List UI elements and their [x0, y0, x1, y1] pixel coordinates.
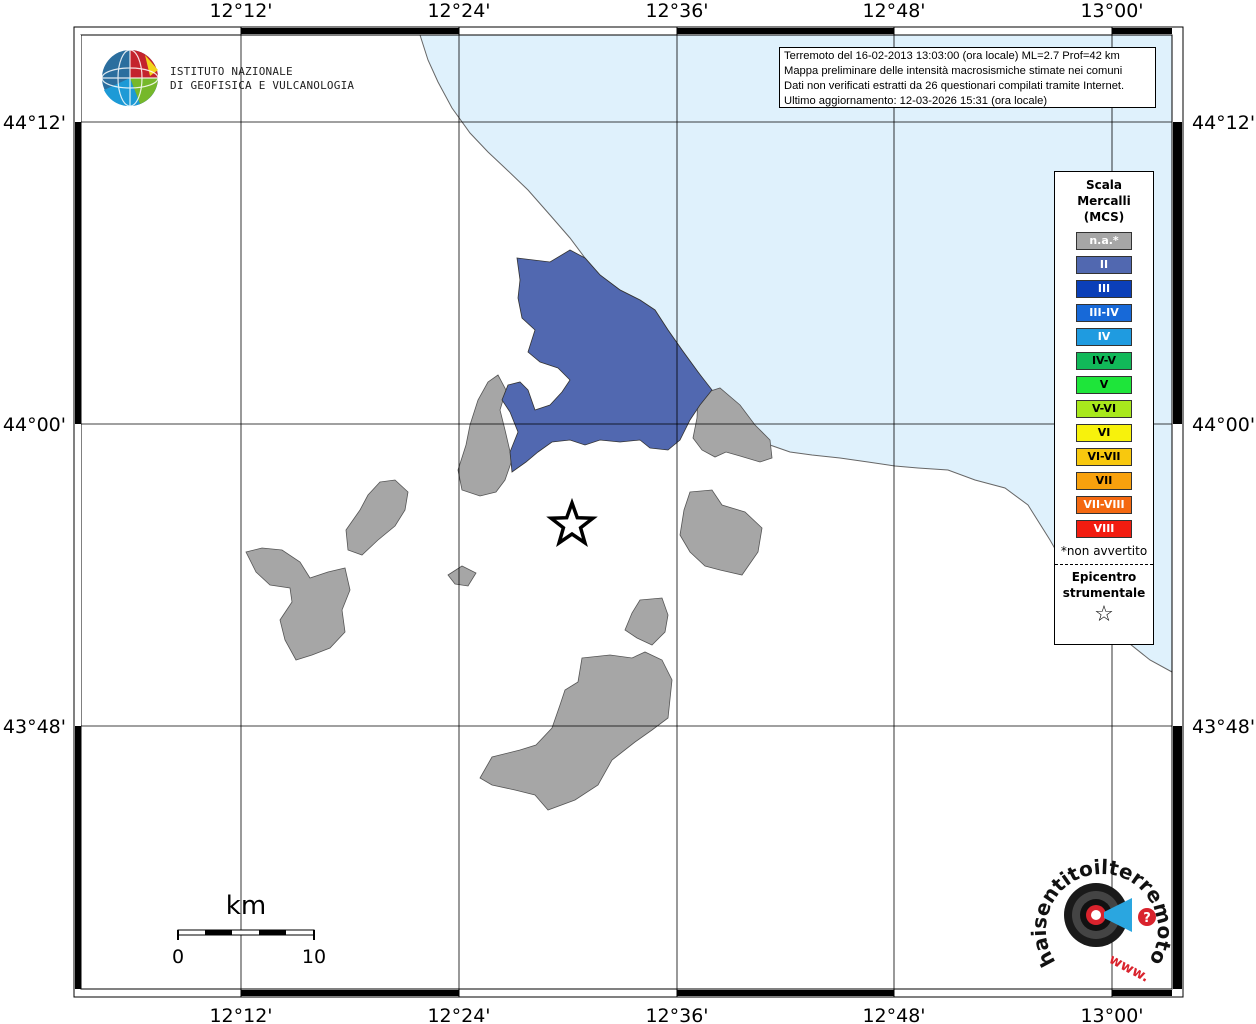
mcs-legend: Scala Mercalli (MCS) n.a.* II III III-IV IV I… [1054, 171, 1154, 645]
legend-title-line3: (MCS) [1083, 210, 1125, 224]
lat-tick-right: 44°12' [1192, 112, 1255, 134]
legend-swatch: VII [1076, 472, 1132, 490]
scale-bar-unit: km [226, 891, 266, 921]
scale-bar-ten: 10 [302, 946, 326, 968]
lat-tick-left: 44°12' [3, 112, 66, 134]
legend-swatch: III [1076, 280, 1132, 298]
legend-swatch: VI-VII [1076, 448, 1132, 466]
legend-swatch: VIII [1076, 520, 1132, 538]
legend-swatch: VI [1076, 424, 1132, 442]
lon-tick-bottom: 12°12' [209, 1005, 272, 1024]
event-info-box: Terremoto del 16-02-2013 13:03:00 (ora l… [779, 47, 1156, 108]
legend-star-icon: ☆ [1094, 602, 1114, 627]
lon-tick-bottom: 12°36' [645, 1005, 708, 1024]
legend-swatch: IV [1076, 328, 1132, 346]
legend-swatch: V [1076, 376, 1132, 394]
legend-swatch: V-VI [1076, 400, 1132, 418]
scale-bar-zero: 0 [172, 946, 184, 968]
lon-tick-bottom: 12°48' [862, 1005, 925, 1024]
legend-swatch: VII-VIII [1076, 496, 1132, 514]
legend-note: *non avvertito [1060, 544, 1148, 558]
lon-tick-top: 12°24' [427, 0, 490, 22]
svg-text:?: ? [1143, 911, 1151, 926]
legend-epicenter-label: Epicentro strumentale [1055, 569, 1153, 601]
legend-swatch: II [1076, 256, 1132, 274]
event-info-line3: Dati non verificati estratti da 26 quest… [784, 80, 1125, 92]
lat-tick-left: 44°00' [3, 414, 66, 436]
lon-tick-top: 13°00' [1080, 0, 1143, 22]
lon-tick-top: 12°48' [862, 0, 925, 22]
legend-title: Scala Mercalli (MCS) [1055, 177, 1153, 225]
legend-swatch: III-IV [1076, 304, 1132, 322]
ingv-logo-line2: DI GEOFISICA E VULCANOLOGIA [170, 79, 354, 92]
lat-tick-left: 43°48' [3, 716, 66, 738]
legend-epicenter-line1: Epicentro [1071, 570, 1137, 584]
lon-tick-bottom: 12°24' [427, 1005, 490, 1024]
legend-title-line1: Scala [1085, 178, 1123, 192]
lon-tick-bottom: 13°00' [1080, 1005, 1143, 1024]
legend-title-line2: Mercalli [1077, 194, 1131, 208]
legend-swatch: n.a.* [1076, 232, 1132, 250]
event-info-line2: Mappa preliminare delle intensità macros… [784, 65, 1123, 77]
legend-epicenter-line2: strumentale [1062, 586, 1146, 600]
event-info-line1: Terremoto del 16-02-2013 13:03:00 (ora l… [784, 50, 1120, 62]
lon-tick-top: 12°36' [645, 0, 708, 22]
lat-tick-right: 44°00' [1192, 414, 1255, 436]
legend-swatch: IV-V [1076, 352, 1132, 370]
lat-tick-right: 43°48' [1192, 716, 1255, 738]
event-info-line4: Ultimo aggiornamento: 12-03-2026 15:31 (… [784, 95, 1048, 107]
ingv-logo-line1: ISTITUTO NAZIONALE [170, 65, 293, 78]
legend-swatches: n.a.* II III III-IV IV IV-V V V-VI VI VI-VII VII VI… [1055, 232, 1153, 538]
legend-divider [1055, 564, 1153, 565]
lon-tick-top: 12°12' [209, 0, 272, 22]
